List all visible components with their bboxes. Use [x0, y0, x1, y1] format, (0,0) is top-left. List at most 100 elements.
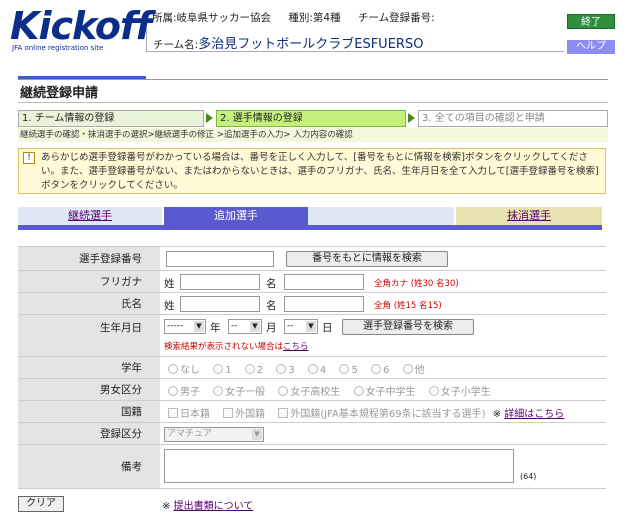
title-divider [18, 79, 608, 80]
row-name: 氏名 姓 名 全角 (姓15 名15) [18, 293, 606, 315]
row-gender: 男女区分 男子 女子一般 女子高校生 女子中学生 女子小学生 [18, 379, 606, 401]
title-underline [18, 102, 608, 103]
gender-option[interactable]: 女子中学生 [353, 386, 416, 398]
day-unit: 日 [322, 322, 333, 334]
category-text: 種別:第4種 [288, 12, 341, 24]
name-mei-input[interactable] [284, 296, 364, 312]
birthdate-label: 生年月日 [18, 315, 160, 356]
furigana-mei-label: 名 [266, 278, 277, 290]
chevron-down-icon: ▼ [306, 321, 316, 332]
gender-option[interactable]: 女子一般 [213, 386, 265, 398]
grade-option[interactable]: 2 [244, 364, 263, 376]
remarks-label: 備考 [18, 445, 160, 488]
month-unit: 月 [266, 322, 277, 334]
furigana-sei-label: 姓 [164, 278, 175, 290]
search-reg-no-button[interactable]: 選手登録番号を検索 [342, 319, 474, 335]
not-found-link[interactable]: こちら [283, 342, 309, 352]
row-player-no: 選手登録番号 番号をもとに情報を検索 [18, 247, 606, 271]
grade-option[interactable]: 5 [339, 364, 358, 376]
team-name: 多治見フットボールクラブESFUERSO [198, 37, 424, 52]
kickoff-logo: Kickoff JFA online registration site [6, 4, 152, 56]
step-arrow-icon [408, 113, 415, 123]
notice-text: あらかじめ選手登録番号がわかっている場合は、番号を正しく入力して、[番号をもとに… [41, 152, 599, 191]
tab-remove-label[interactable]: 抹消選手 [507, 209, 551, 222]
grade-option[interactable]: なし [168, 364, 200, 376]
association-text: 所属:岐阜県サッカー協会 [152, 12, 272, 24]
progress-steps: 1. チーム情報の登録 2. 選手情報の登録 3. 全ての項目の確認と申請 [18, 110, 608, 127]
docs-link[interactable]: 提出書類について [174, 501, 254, 512]
birth-day-select[interactable]: -- ▼ [284, 319, 318, 334]
grade-radio-group: なし 1 2 3 4 5 6 他 [168, 361, 435, 376]
chevron-down-icon: ▼ [250, 321, 260, 332]
info-notice: ! あらかじめ選手登録番号がわかっている場合は、番号を正しく入力して、[番号をも… [18, 148, 606, 194]
grade-option[interactable]: 6 [371, 364, 389, 376]
step-arrow-icon [206, 113, 213, 123]
substeps-breadcrumb: 継続選手の確認・抹消選手の選択>継続選手の修正 >追加選手の入力> 入力内容の確… [18, 128, 608, 142]
row-reg-type: 登録区分 アマチュア ▼ [18, 423, 606, 445]
player-no-label: 選手登録番号 [18, 247, 160, 270]
step-2-current: 2. 選手情報の登録 [216, 110, 406, 127]
gender-option[interactable]: 女子小学生 [428, 386, 491, 398]
gender-option[interactable]: 女子高校生 [278, 386, 340, 398]
birth-month-select[interactable]: -- ▼ [228, 319, 262, 334]
nationality-option[interactable]: 日本籍 [168, 408, 210, 420]
grade-option[interactable]: 他 [402, 364, 425, 376]
step-3: 3. 全ての項目の確認と申請 [418, 110, 608, 127]
player-form: 選手登録番号 番号をもとに情報を検索 フリガナ 姓 名 全角カナ (姓30 名3… [18, 246, 606, 489]
row-furigana: フリガナ 姓 名 全角カナ (姓30 名30) [18, 271, 606, 293]
tab-continuing[interactable]: 継続選手 [18, 207, 162, 225]
nationality-checkbox-group: 日本籍 外国籍 外国籍(JFA基本規程第69条に該当する選手) ※ 詳細はこちら [168, 405, 564, 420]
furigana-hint: 全角カナ (姓30 名30) [374, 279, 459, 289]
docs-note: ※ 提出書類について [162, 497, 253, 512]
remarks-textarea[interactable] [164, 449, 514, 483]
nationality-details-link[interactable]: 詳細はこちら [504, 409, 564, 420]
row-nationality: 国籍 日本籍 外国籍 外国籍(JFA基本規程第69条に該当する選手) ※ 詳細は… [18, 401, 606, 423]
nationality-note-mark: ※ [492, 409, 502, 420]
page-title: 継続登録申請 [20, 86, 99, 101]
grade-option[interactable]: 1 [213, 364, 232, 376]
docs-note-mark: ※ [162, 501, 171, 512]
year-unit: 年 [210, 322, 221, 334]
gender-option[interactable]: 男子 [168, 386, 200, 398]
name-sei-input[interactable] [180, 296, 260, 312]
tab-remove[interactable]: 抹消選手 [456, 207, 602, 225]
step-1: 1. チーム情報の登録 [18, 110, 204, 127]
exclamation-icon: ! [23, 152, 35, 164]
grade-option[interactable]: 4 [307, 364, 326, 376]
help-button[interactable]: ヘルプ [567, 40, 615, 54]
chevron-down-icon: ▼ [252, 429, 262, 440]
logo-subtitle: JFA online registration site [12, 44, 104, 52]
furigana-mei-input[interactable] [284, 274, 364, 290]
row-birthdate: 生年月日 ----- ▼ 年 -- ▼ 月 -- ▼ 日 選手登録番号を検索 検索結果… [18, 315, 606, 357]
clear-button[interactable]: クリア [18, 496, 64, 512]
nationality-label: 国籍 [18, 401, 160, 422]
tab-spacer [308, 207, 454, 225]
furigana-sei-input[interactable] [180, 274, 260, 290]
not-found-note: 検索結果が表示されない場合はこちら [164, 342, 309, 352]
team-name-box: チーム名:多治見フットボールクラブESFUERSO [146, 28, 564, 52]
name-hint: 全角 (姓15 名15) [374, 301, 442, 311]
nationality-option[interactable]: 外国籍(JFA基本規程第69条に該当する選手) [278, 408, 486, 420]
team-name-label: チーム名: [153, 39, 199, 51]
tab-underline [18, 225, 602, 230]
name-mei-label: 名 [266, 300, 277, 312]
player-no-input[interactable] [166, 251, 274, 267]
row-grade: 学年 なし 1 2 3 4 5 6 他 [18, 357, 606, 379]
grade-option[interactable]: 3 [276, 364, 295, 376]
name-label: 氏名 [18, 293, 160, 314]
nationality-option[interactable]: 外国籍 [223, 408, 265, 420]
reg-type-select[interactable]: アマチュア ▼ [164, 427, 264, 442]
gender-label: 男女区分 [18, 379, 160, 400]
grade-label: 学年 [18, 357, 160, 378]
tab-continuing-label[interactable]: 継続選手 [68, 209, 112, 222]
row-remarks: 備考 (64) [18, 445, 606, 489]
remarks-char-count: (64) [520, 472, 537, 481]
furigana-label: フリガナ [18, 271, 160, 292]
birth-year-select[interactable]: ----- ▼ [164, 319, 206, 334]
gender-radio-group: 男子 女子一般 女子高校生 女子中学生 女子小学生 [168, 383, 501, 398]
tab-add-active[interactable]: 追加選手 [164, 207, 308, 225]
reg-type-label: 登録区分 [18, 423, 160, 444]
end-button[interactable]: 終了 [567, 14, 615, 29]
search-by-no-button[interactable]: 番号をもとに情報を検索 [286, 251, 448, 267]
chevron-down-icon: ▼ [194, 321, 204, 332]
